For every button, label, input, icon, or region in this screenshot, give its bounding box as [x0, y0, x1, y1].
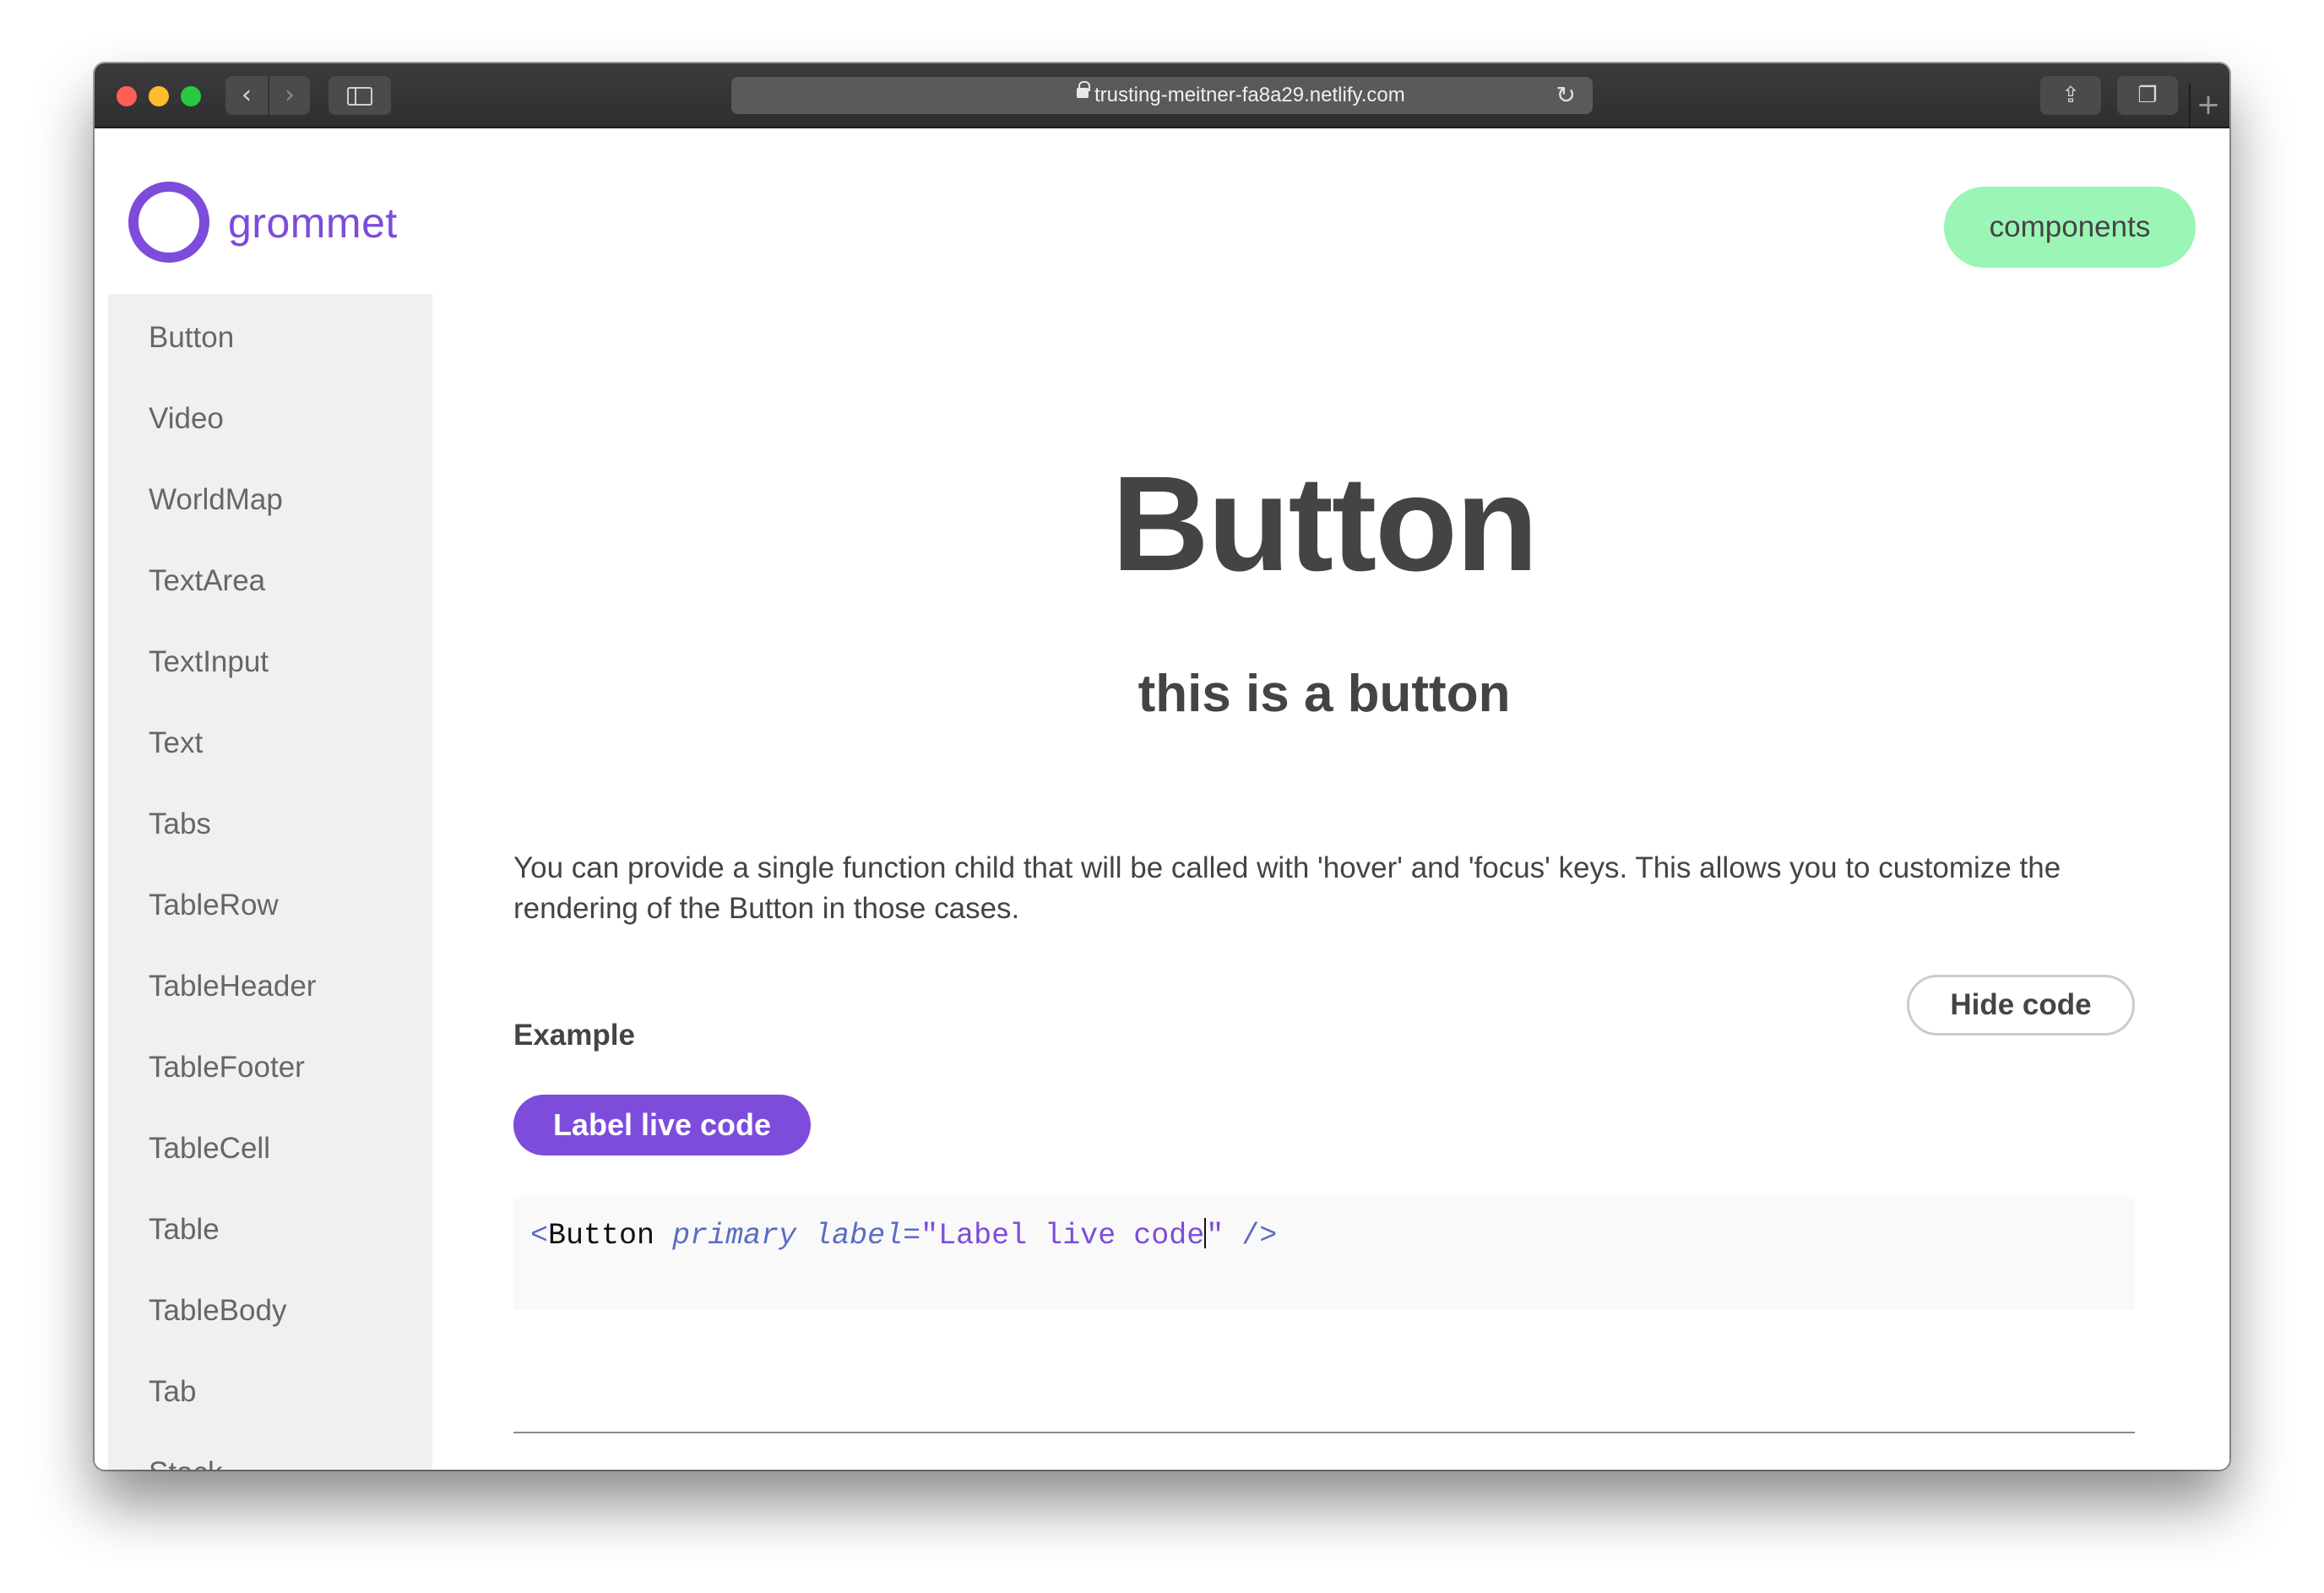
- sidebar-item-textarea[interactable]: TextArea: [149, 556, 265, 606]
- components-button[interactable]: components: [1944, 187, 2196, 268]
- code-line[interactable]: <Button primary label="Label live code" …: [530, 1215, 1277, 1256]
- code-close-bracket: />: [1241, 1219, 1278, 1253]
- grommet-logo-icon[interactable]: [128, 182, 209, 263]
- browser-toolbar: ‹ › trusting-meitner-fa8a29.netlify.com …: [95, 63, 2229, 128]
- code-string-end: ": [1206, 1219, 1224, 1253]
- sidebar-item-tablebody[interactable]: TableBody: [149, 1286, 286, 1336]
- sidebar-item-stack[interactable]: Stack: [149, 1448, 223, 1470]
- url-text: trusting-meitner-fa8a29.netlify.com: [1094, 84, 1405, 106]
- plus-icon[interactable]: +: [2189, 84, 2226, 128]
- sidebar-item-tab[interactable]: Tab: [149, 1367, 196, 1417]
- chevron-left-icon[interactable]: ‹: [225, 76, 268, 115]
- hide-code-button[interactable]: Hide code: [1907, 975, 2135, 1036]
- sidebar-item-worldmap[interactable]: WorldMap: [149, 475, 283, 525]
- tabs-icon[interactable]: ❐: [2117, 76, 2178, 115]
- code-open-bracket: <: [530, 1219, 549, 1253]
- code-editor[interactable]: <Button primary label="Label live code" …: [513, 1197, 2135, 1310]
- code-tag-name: Button: [548, 1219, 655, 1253]
- section-divider: [513, 1432, 2135, 1433]
- page-subtitle: this is a button: [1138, 665, 1511, 723]
- sidebar-item-textinput[interactable]: TextInput: [149, 637, 269, 688]
- sidebar: Button Video WorldMap TextArea TextInput…: [108, 294, 432, 1470]
- maximize-window-button[interactable]: [181, 86, 201, 106]
- example-heading: Example: [513, 1019, 635, 1052]
- lock-icon: [1077, 81, 1090, 98]
- minimize-window-button[interactable]: [149, 86, 169, 106]
- page-title: Button: [1111, 448, 1538, 599]
- code-attr-primary: primary: [672, 1219, 797, 1253]
- sidebar-item-tablefooter[interactable]: TableFooter: [149, 1042, 305, 1093]
- code-equals: =: [903, 1219, 921, 1253]
- sidebar-item-tablerow[interactable]: TableRow: [149, 880, 279, 931]
- code-attr-label: label: [814, 1219, 904, 1253]
- sidebar-item-text[interactable]: Text: [149, 718, 203, 769]
- sidebar-item-tableheader[interactable]: TableHeader: [149, 961, 316, 1012]
- sidebar-item-tablecell[interactable]: TableCell: [149, 1123, 270, 1174]
- browser-window: ‹ › trusting-meitner-fa8a29.netlify.com …: [95, 63, 2229, 1470]
- sidebar-item-video[interactable]: Video: [149, 394, 224, 444]
- sidebar-icon: [347, 87, 372, 106]
- back-forward-group: ‹ ›: [225, 76, 310, 115]
- example-live-button[interactable]: Label live code: [513, 1095, 811, 1155]
- sidebar-item-tabs[interactable]: Tabs: [149, 799, 211, 850]
- chevron-right-icon[interactable]: ›: [268, 76, 310, 115]
- sidebar-toggle-button[interactable]: [329, 76, 391, 115]
- address-bar[interactable]: trusting-meitner-fa8a29.netlify.com ↻: [731, 77, 1593, 114]
- sidebar-item-button[interactable]: Button: [149, 313, 234, 363]
- page-content: grommet components Button Video WorldMap…: [95, 128, 2229, 1470]
- close-window-button[interactable]: [117, 86, 137, 106]
- component-description: You can provide a single function child …: [513, 851, 2061, 925]
- code-string-value: "Label live code: [920, 1219, 1205, 1253]
- logo-text[interactable]: grommet: [228, 199, 398, 247]
- reload-icon[interactable]: ↻: [1556, 82, 1576, 109]
- sidebar-item-table[interactable]: Table: [149, 1204, 220, 1255]
- share-icon[interactable]: ⇪: [2040, 76, 2101, 115]
